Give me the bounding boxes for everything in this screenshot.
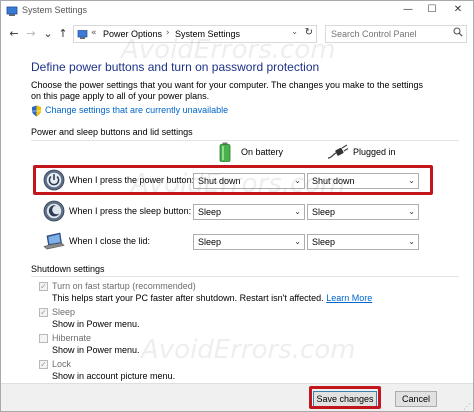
- chevron-down-icon: ⌄: [294, 176, 301, 185]
- learn-more-link[interactable]: Learn More: [326, 293, 372, 303]
- back-button[interactable]: ←: [7, 26, 21, 42]
- fast-startup-desc-text: This helps start your PC faster after sh…: [52, 293, 324, 303]
- change-unavailable-settings-text[interactable]: Change settings that are currently unava…: [45, 105, 228, 115]
- dropdown-value: Shut down: [198, 176, 241, 186]
- dropdown-value: Shut down: [312, 176, 355, 186]
- navigation-bar: ← → ⌄ ↑ « Power Options › System Setting…: [1, 23, 473, 45]
- dropdown-value: Sleep: [312, 207, 336, 217]
- breadcrumb-power-options[interactable]: Power Options: [103, 29, 162, 39]
- fast-startup-description: This helps start your PC faster after sh…: [52, 293, 372, 303]
- sleep-button-label: When I press the sleep button:: [69, 206, 192, 216]
- lock-option-description: Show in account picture menu.: [52, 371, 176, 381]
- control-panel-icon: [6, 6, 18, 16]
- power-button-plugged-in-dropdown[interactable]: Shut down ⌄: [307, 173, 419, 189]
- dropdown-value: Sleep: [198, 237, 222, 247]
- address-bar[interactable]: « Power Options › System Settings ⌄ ↻: [73, 25, 317, 43]
- checkbox-checked: ✓: [39, 282, 48, 291]
- save-changes-button[interactable]: Save changes: [313, 391, 377, 407]
- section-divider: [31, 140, 459, 141]
- chevron-down-icon: ⌄: [294, 237, 301, 246]
- hibernate-option-description: Show in Power menu.: [52, 345, 140, 355]
- system-settings-window: System Settings — ☐ ✕ ← → ⌄ ↑ « Power Op…: [0, 0, 474, 412]
- sleep-option-description: Show in Power menu.: [52, 319, 140, 329]
- dropdown-value: Sleep: [312, 237, 336, 247]
- dropdown-value: Sleep: [198, 207, 222, 217]
- power-button-row: When I press the power button: Shut down…: [37, 168, 437, 194]
- power-button-label: When I press the power button:: [69, 175, 195, 185]
- minimize-button[interactable]: —: [397, 1, 419, 19]
- recent-locations-button[interactable]: ⌄: [41, 26, 55, 42]
- power-plug-icon: [327, 144, 349, 159]
- chevron-down-icon: ⌄: [408, 207, 415, 216]
- checkbox-checked: ✓: [39, 308, 48, 317]
- resize-grip-icon[interactable]: ⋰: [463, 402, 471, 411]
- footer-bar: Save changes Cancel ⋰: [1, 383, 473, 411]
- checkbox-unchecked: [39, 334, 48, 343]
- section-divider: [31, 276, 459, 277]
- cancel-button[interactable]: Cancel: [395, 391, 437, 407]
- control-panel-icon: [77, 30, 88, 39]
- address-dropdown-icon[interactable]: ⌄: [291, 27, 298, 36]
- close-lid-row: When I close the lid: Sleep ⌄ Sleep ⌄: [37, 229, 437, 255]
- refresh-icon[interactable]: ↻: [305, 27, 313, 38]
- main-content: Define power buttons and turn on passwor…: [1, 47, 473, 381]
- power-icon: [43, 169, 65, 191]
- uac-shield-icon: [32, 105, 41, 117]
- power-button-on-battery-dropdown[interactable]: Shut down ⌄: [193, 173, 305, 189]
- search-input[interactable]: [325, 25, 467, 43]
- chevron-down-icon: ⌄: [294, 207, 301, 216]
- search-icon[interactable]: [453, 27, 463, 37]
- breadcrumb-overflow-chevron[interactable]: «: [91, 28, 97, 38]
- shutdown-section-label: Shutdown settings: [31, 264, 105, 274]
- laptop-lid-icon: [43, 232, 65, 250]
- hibernate-option-label: Hibernate: [52, 333, 92, 343]
- forward-button[interactable]: →: [24, 26, 38, 42]
- close-button[interactable]: ✕: [447, 1, 469, 19]
- lock-option-label: Lock: [52, 359, 72, 369]
- checkbox-checked: ✓: [39, 360, 48, 369]
- sleep-button-row: When I press the sleep button: Sleep ⌄ S…: [37, 199, 437, 225]
- chevron-down-icon: ⌄: [408, 176, 415, 185]
- close-lid-label: When I close the lid:: [69, 236, 151, 246]
- page-description: Choose the power settings that you want …: [31, 80, 424, 101]
- sleep-button-on-battery-dropdown[interactable]: Sleep ⌄: [193, 204, 305, 220]
- page-title: Define power buttons and turn on passwor…: [31, 60, 320, 74]
- breadcrumb-system-settings[interactable]: System Settings: [175, 29, 240, 39]
- sleep-option-label: Sleep: [52, 307, 76, 317]
- close-lid-plugged-in-dropdown[interactable]: Sleep ⌄: [307, 234, 419, 250]
- battery-icon: [219, 142, 231, 162]
- sleep-button-plugged-in-dropdown[interactable]: Sleep ⌄: [307, 204, 419, 220]
- maximize-button[interactable]: ☐: [421, 1, 443, 19]
- fast-startup-label: Turn on fast startup (recommended): [52, 281, 196, 291]
- breadcrumb-separator[interactable]: ›: [166, 28, 170, 38]
- chevron-down-icon: ⌄: [408, 237, 415, 246]
- on-battery-label: On battery: [241, 147, 284, 157]
- up-button[interactable]: ↑: [56, 26, 70, 42]
- window-title: System Settings: [22, 5, 88, 15]
- sleep-icon: [43, 200, 65, 222]
- title-bar: System Settings — ☐ ✕: [1, 1, 473, 21]
- close-lid-on-battery-dropdown[interactable]: Sleep ⌄: [193, 234, 305, 250]
- power-section-label: Power and sleep buttons and lid settings: [31, 127, 193, 137]
- plugged-in-label: Plugged in: [353, 147, 396, 157]
